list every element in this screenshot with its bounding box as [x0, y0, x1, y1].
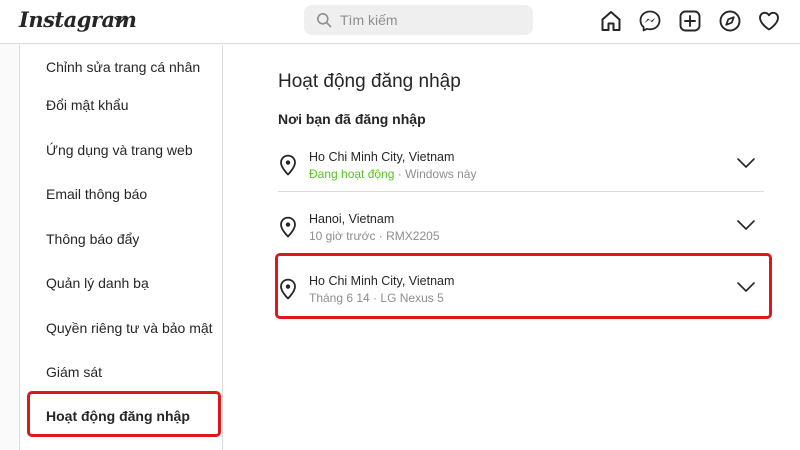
sidebar-item-privacy-security[interactable]: Quyền riêng tư và bảo mật	[20, 306, 223, 350]
chevron-down-icon[interactable]	[736, 156, 756, 170]
login-device: RMX2205	[386, 229, 440, 243]
login-location: Hanoi, Vietnam	[309, 212, 395, 226]
login-activity-content: Hoạt động đăng nhập Nơi bạn đã đăng nhập…	[224, 45, 800, 450]
chevron-down-icon[interactable]	[736, 218, 756, 232]
search-input[interactable]	[340, 5, 520, 35]
login-location: Ho Chi Minh City, Vietnam	[309, 274, 455, 288]
meta-separator: ·	[369, 291, 381, 305]
login-device: Windows này	[405, 167, 477, 181]
location-pin-icon	[280, 216, 296, 238]
login-time: Tháng 6 14	[309, 291, 370, 305]
meta-separator: ·	[394, 167, 406, 181]
sidebar-item-manage-contacts[interactable]: Quản lý danh bạ	[20, 261, 223, 305]
login-location: Ho Chi Minh City, Vietnam	[309, 150, 455, 164]
home-icon[interactable]	[599, 9, 623, 33]
row-divider	[278, 191, 764, 192]
section-subtitle: Nơi bạn đã đăng nhập	[278, 111, 426, 127]
sidebar-item-change-password[interactable]: Đổi mật khẩu	[20, 83, 223, 127]
chevron-down-icon[interactable]	[736, 280, 756, 294]
settings-sidebar: Chỉnh sửa trang cá nhân Đổi mật khẩu Ứng…	[20, 45, 223, 450]
sidebar-item-supervision[interactable]: Giám sát	[20, 350, 223, 394]
login-session-row[interactable]: Hanoi, Vietnam 10 giờ trước · RMX2205	[278, 202, 764, 264]
settings-panel: Chỉnh sửa trang cá nhân Đổi mật khẩu Ứng…	[19, 45, 800, 450]
sidebar-item-apps-websites[interactable]: Ứng dụng và trang web	[20, 128, 223, 172]
search-icon	[317, 13, 332, 28]
login-meta: 10 giờ trước · RMX2205	[309, 229, 440, 243]
activity-heart-icon[interactable]	[757, 9, 781, 33]
top-navigation-bar: Instagram	[0, 0, 800, 44]
location-pin-icon	[280, 278, 296, 300]
login-meta: Tháng 6 14 · LG Nexus 5	[309, 291, 444, 305]
login-session-row[interactable]: Ho Chi Minh City, Vietnam Tháng 6 14 · L…	[278, 264, 764, 326]
sidebar-item-login-activity[interactable]: Hoạt động đăng nhập	[20, 394, 223, 438]
sidebar-item-email-notifications[interactable]: Email thông báo	[20, 172, 223, 216]
login-device: LG Nexus 5	[380, 291, 444, 305]
meta-separator: ·	[375, 229, 387, 243]
active-status-text: Đang hoạt động	[309, 167, 395, 181]
sidebar-item-push-notifications[interactable]: Thông báo đẩy	[20, 217, 223, 261]
new-post-icon[interactable]	[678, 9, 702, 33]
login-time: 10 giờ trước	[309, 229, 376, 243]
messenger-icon[interactable]	[638, 9, 662, 33]
explore-icon[interactable]	[718, 9, 742, 33]
search-box[interactable]	[304, 5, 533, 35]
login-session-row[interactable]: Ho Chi Minh City, Vietnam Đang hoạt động…	[278, 140, 764, 202]
chevron-down-icon[interactable]	[113, 13, 127, 27]
login-meta: Đang hoạt động · Windows này	[309, 167, 476, 181]
page-title: Hoạt động đăng nhập	[278, 71, 461, 92]
location-pin-icon	[280, 154, 296, 176]
